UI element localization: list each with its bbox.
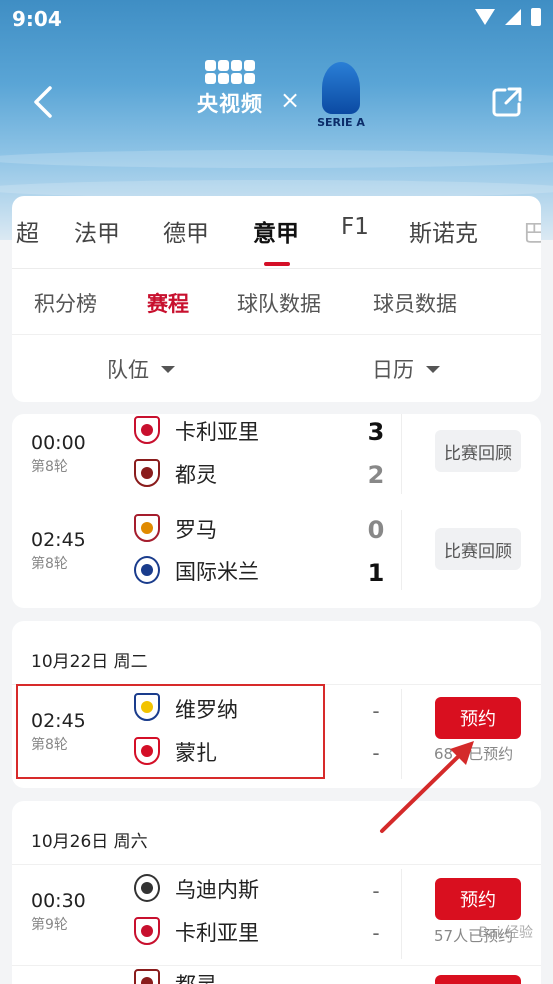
filter-divider xyxy=(12,334,541,335)
league-tabs-card: 超 法甲 德甲 意甲 F1 斯诺克 巴 积分榜 赛程 球队数据 球员数据 队伍 … xyxy=(12,196,541,402)
home-score: 0 xyxy=(367,516,385,544)
subtab-team-stats[interactable]: 球队数据 xyxy=(237,288,321,318)
serie-a-shield-icon xyxy=(322,62,360,114)
cagliari-badge-icon xyxy=(134,917,160,945)
tab-f1[interactable]: F1 xyxy=(341,214,369,240)
home-team-name[interactable]: 都灵 xyxy=(175,969,217,984)
league-tab-bar: 超 法甲 德甲 意甲 F1 斯诺克 巴 xyxy=(12,196,541,268)
home-score: 3 xyxy=(367,418,385,446)
serie-a-logo: SERIE A xyxy=(315,62,367,129)
torino-badge-icon xyxy=(134,459,160,487)
reserve-button[interactable]: 预约 xyxy=(435,975,521,984)
collab-times-icon: × xyxy=(280,86,301,114)
date-header: 10月26日 周六 xyxy=(31,832,148,852)
brand-name: 央视频 xyxy=(197,92,263,116)
status-bar: 9:04 xyxy=(0,0,553,38)
back-button[interactable] xyxy=(28,84,58,120)
status-time: 9:04 xyxy=(12,7,62,31)
calendar-filter[interactable]: 日历 xyxy=(372,354,440,384)
row-divider xyxy=(12,864,541,865)
tab-snooker[interactable]: 斯诺克 xyxy=(409,214,478,248)
active-tab-indicator xyxy=(264,262,290,266)
team-filter[interactable]: 队伍 xyxy=(107,354,175,384)
share-icon xyxy=(492,87,522,117)
match-round: 第9轮 xyxy=(31,917,68,933)
row-divider xyxy=(12,965,541,966)
battery-icon xyxy=(531,8,541,26)
match-replay-button[interactable]: 比赛回顾 xyxy=(435,528,521,570)
roma-badge-icon xyxy=(134,514,160,542)
calendar-filter-label: 日历 xyxy=(372,358,414,382)
match-time: 00:00 xyxy=(31,432,86,454)
column-divider xyxy=(401,414,402,494)
away-score: - xyxy=(372,921,380,945)
date-header: 10月22日 周二 xyxy=(31,652,148,672)
match-round: 第8轮 xyxy=(31,556,68,572)
away-score: 2 xyxy=(367,461,385,489)
tab-ligue-1[interactable]: 法甲 xyxy=(74,214,120,248)
away-team-name[interactable]: 都灵 xyxy=(175,459,217,489)
inter-badge-icon xyxy=(134,556,160,584)
serie-a-label: SERIE A xyxy=(317,116,365,129)
cagliari-badge-icon xyxy=(134,416,160,444)
away-team-name[interactable]: 卡利亚里 xyxy=(175,917,259,947)
caret-down-icon xyxy=(426,365,440,373)
wifi-icon xyxy=(475,9,495,25)
subtab-schedule[interactable]: 赛程 xyxy=(147,288,189,318)
home-team-name[interactable]: 罗马 xyxy=(175,514,217,544)
away-team-name[interactable]: 国际米兰 xyxy=(175,556,259,586)
watermark: Bai 经验 xyxy=(478,925,533,941)
tabs-divider xyxy=(12,268,541,269)
match-time: 00:30 xyxy=(31,890,86,912)
chevron-left-icon xyxy=(34,86,52,118)
subtab-player-stats[interactable]: 球员数据 xyxy=(373,288,457,318)
tab-serie-a[interactable]: 意甲 xyxy=(253,214,299,248)
caret-down-icon xyxy=(161,365,175,373)
match-replay-button[interactable]: 比赛回顾 xyxy=(435,430,521,472)
udinese-badge-icon xyxy=(134,874,160,902)
subtab-standings[interactable]: 积分榜 xyxy=(34,288,97,318)
match-time: 02:45 xyxy=(31,529,86,551)
home-team-name[interactable]: 卡利亚里 xyxy=(175,416,259,446)
match-group-card: 00:00 第8轮 卡利亚里 3 都灵 2 比赛回顾 02:45 第8轮 罗马 … xyxy=(12,414,541,608)
annotation-highlight-box xyxy=(16,684,325,779)
home-score: - xyxy=(372,879,380,903)
share-button[interactable] xyxy=(489,84,525,120)
reserve-button[interactable]: 预约 xyxy=(435,878,521,920)
match-round: 第8轮 xyxy=(31,459,68,475)
home-team-name[interactable]: 乌迪内斯 xyxy=(175,874,259,904)
tab-bundesliga[interactable]: 德甲 xyxy=(163,214,209,248)
column-divider xyxy=(401,510,402,590)
away-score: 1 xyxy=(367,559,385,587)
tab-premier-league[interactable]: 超 xyxy=(16,214,39,248)
home-score: - xyxy=(372,699,380,723)
cctv-video-logo-icon xyxy=(203,60,257,84)
signal-icon xyxy=(505,9,521,25)
tab-partial[interactable]: 巴 xyxy=(523,214,541,248)
reserve-button[interactable]: 预约 xyxy=(435,697,521,739)
status-icons xyxy=(475,8,541,26)
torino-badge-icon xyxy=(134,969,160,984)
brand-logo-block: 央视频 xyxy=(190,60,270,118)
team-filter-label: 队伍 xyxy=(107,358,149,382)
annotation-arrow-icon xyxy=(380,741,474,833)
column-divider xyxy=(401,869,402,959)
